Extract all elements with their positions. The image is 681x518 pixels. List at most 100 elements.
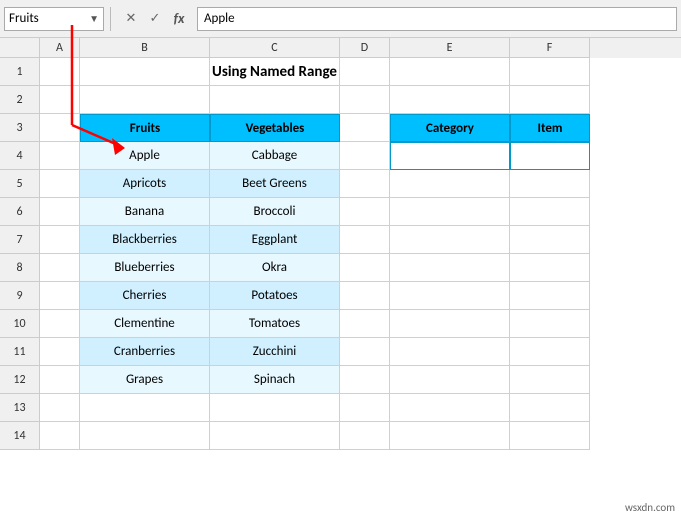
cell-f2[interactable] — [510, 86, 590, 114]
name-box-dropdown-icon[interactable]: ▼ — [89, 12, 99, 25]
cancel-icon[interactable]: ✕ — [121, 9, 141, 29]
cell-f10[interactable] — [510, 310, 590, 338]
col-header-d[interactable]: D — [340, 38, 390, 58]
cell-c1[interactable]: Using Named Range — [210, 58, 340, 86]
cell-d8[interactable] — [340, 254, 390, 282]
cell-b4[interactable]: Apple — [80, 142, 210, 170]
row-header-2[interactable]: 2 — [0, 86, 40, 114]
cell-a6[interactable] — [40, 198, 80, 226]
row-header-3[interactable]: 3 — [0, 114, 40, 142]
row-header-4[interactable]: 4 — [0, 142, 40, 170]
cell-d9[interactable] — [340, 282, 390, 310]
cell-e6[interactable] — [390, 198, 510, 226]
cell-b9[interactable]: Cherries — [80, 282, 210, 310]
row-header-1[interactable]: 1 — [0, 58, 40, 86]
cell-e10[interactable] — [390, 310, 510, 338]
cell-a5[interactable] — [40, 170, 80, 198]
cell-a13[interactable] — [40, 394, 80, 422]
cell-b6[interactable]: Banana — [80, 198, 210, 226]
cell-c8[interactable]: Okra — [210, 254, 340, 282]
cell-f7[interactable] — [510, 226, 590, 254]
cell-f14[interactable] — [510, 422, 590, 450]
cell-a8[interactable] — [40, 254, 80, 282]
cell-d13[interactable] — [340, 394, 390, 422]
cell-a3[interactable] — [40, 114, 80, 142]
cell-d2[interactable] — [340, 86, 390, 114]
cell-b10[interactable]: Clementine — [80, 310, 210, 338]
cell-b11[interactable]: Cranberries — [80, 338, 210, 366]
cell-c5[interactable]: Beet Greens — [210, 170, 340, 198]
cell-e12[interactable] — [390, 366, 510, 394]
row-header-9[interactable]: 9 — [0, 282, 40, 310]
confirm-icon[interactable]: ✓ — [145, 9, 165, 29]
cell-b2[interactable] — [80, 86, 210, 114]
cell-b7[interactable]: Blackberries — [80, 226, 210, 254]
cell-e9[interactable] — [390, 282, 510, 310]
row-header-8[interactable]: 8 — [0, 254, 40, 282]
cell-e8[interactable] — [390, 254, 510, 282]
col-header-c[interactable]: C — [210, 38, 340, 58]
cell-f1[interactable] — [510, 58, 590, 86]
cell-a14[interactable] — [40, 422, 80, 450]
cell-e7[interactable] — [390, 226, 510, 254]
col-header-e[interactable]: E — [390, 38, 510, 58]
fx-icon[interactable]: fx — [169, 9, 189, 29]
cell-c14[interactable] — [210, 422, 340, 450]
cell-c7[interactable]: Eggplant — [210, 226, 340, 254]
col-header-f[interactable]: F — [510, 38, 590, 58]
row-header-12[interactable]: 12 — [0, 366, 40, 394]
cell-c2[interactable] — [210, 86, 340, 114]
row-header-5[interactable]: 5 — [0, 170, 40, 198]
cell-c3-vegetables-header[interactable]: Vegetables — [210, 114, 340, 142]
cell-a12[interactable] — [40, 366, 80, 394]
cell-d14[interactable] — [340, 422, 390, 450]
cell-b5[interactable]: Apricots — [80, 170, 210, 198]
cell-d6[interactable] — [340, 198, 390, 226]
cell-d12[interactable] — [340, 366, 390, 394]
cell-a10[interactable] — [40, 310, 80, 338]
row-header-10[interactable]: 10 — [0, 310, 40, 338]
row-header-7[interactable]: 7 — [0, 226, 40, 254]
cell-b12[interactable]: Grapes — [80, 366, 210, 394]
cell-c13[interactable] — [210, 394, 340, 422]
cell-d11[interactable] — [340, 338, 390, 366]
row-header-13[interactable]: 13 — [0, 394, 40, 422]
cell-c9[interactable]: Potatoes — [210, 282, 340, 310]
cell-e4[interactable] — [390, 142, 510, 170]
cell-d4[interactable] — [340, 142, 390, 170]
cell-f6[interactable] — [510, 198, 590, 226]
cell-f13[interactable] — [510, 394, 590, 422]
cell-f5[interactable] — [510, 170, 590, 198]
cell-b8[interactable]: Blueberries — [80, 254, 210, 282]
cell-e11[interactable] — [390, 338, 510, 366]
cell-b3-fruits-header[interactable]: Fruits — [80, 114, 210, 142]
cell-a4[interactable] — [40, 142, 80, 170]
row-header-11[interactable]: 11 — [0, 338, 40, 366]
cell-f3-item[interactable]: Item — [510, 114, 590, 142]
cell-a11[interactable] — [40, 338, 80, 366]
cell-a2[interactable] — [40, 86, 80, 114]
cell-f4[interactable] — [510, 142, 590, 170]
cell-f11[interactable] — [510, 338, 590, 366]
row-header-6[interactable]: 6 — [0, 198, 40, 226]
cell-c6[interactable]: Broccoli — [210, 198, 340, 226]
cell-e5[interactable] — [390, 170, 510, 198]
cell-c11[interactable]: Zucchini — [210, 338, 340, 366]
cell-c12[interactable]: Spinach — [210, 366, 340, 394]
cell-c4[interactable]: Cabbage — [210, 142, 340, 170]
cell-c10[interactable]: Tomatoes — [210, 310, 340, 338]
cell-f9[interactable] — [510, 282, 590, 310]
cell-e1[interactable] — [390, 58, 510, 86]
cell-f8[interactable] — [510, 254, 590, 282]
cell-b13[interactable] — [80, 394, 210, 422]
cell-d1[interactable] — [340, 58, 390, 86]
cell-e13[interactable] — [390, 394, 510, 422]
name-box[interactable]: Fruits ▼ — [4, 7, 104, 31]
cell-d7[interactable] — [340, 226, 390, 254]
cell-a9[interactable] — [40, 282, 80, 310]
cell-d5[interactable] — [340, 170, 390, 198]
cell-b14[interactable] — [80, 422, 210, 450]
cell-e3-category[interactable]: Category — [390, 114, 510, 142]
col-header-b[interactable]: B — [80, 38, 210, 58]
cell-e14[interactable] — [390, 422, 510, 450]
